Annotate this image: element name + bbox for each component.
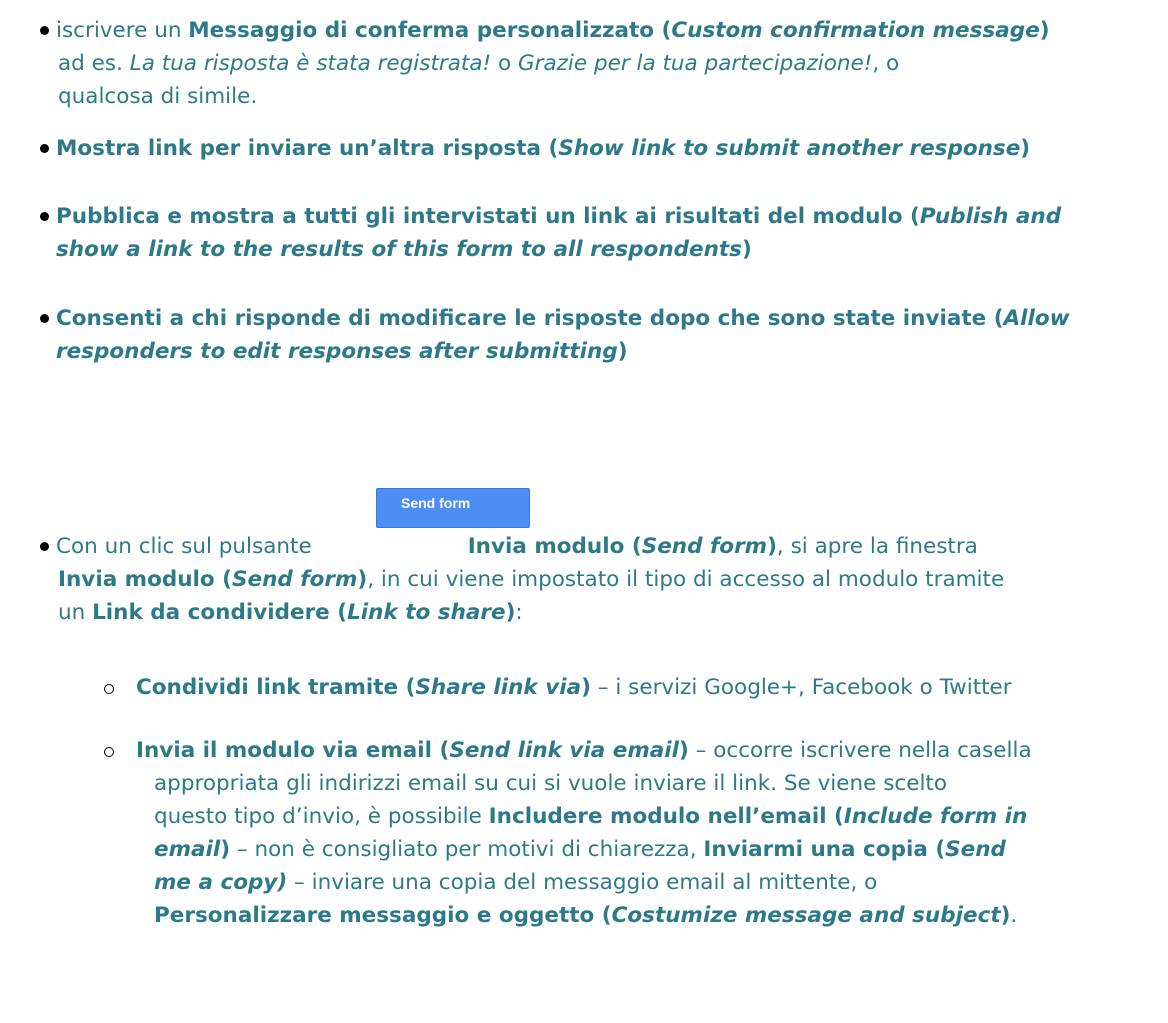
text-line: ad es. La tua risposta è stata registrat… bbox=[56, 47, 1156, 80]
text-line: un Link da condividere (Link to share): bbox=[56, 596, 1156, 629]
text-line: Consenti a chi risponde di modificare le… bbox=[56, 302, 1156, 335]
english-term: show a link to the results of this form … bbox=[56, 237, 742, 262]
bold-term: ) bbox=[1000, 903, 1011, 928]
bold-term: Includere modulo nell’email ( bbox=[488, 804, 844, 829]
english-term: Link to share bbox=[347, 600, 506, 625]
text-line: Invia il modulo via email (Send link via… bbox=[136, 734, 1156, 767]
bold-term: ) bbox=[1039, 18, 1050, 43]
english-term: Include form in bbox=[843, 804, 1028, 829]
text-run: o bbox=[491, 51, 518, 76]
bullet-icon bbox=[40, 212, 49, 221]
bold-term: ) bbox=[220, 837, 231, 862]
text-run: ad es. bbox=[58, 51, 130, 76]
english-term: Send bbox=[945, 837, 1006, 862]
list-item-send-email: Invia il modulo via email (Send link via… bbox=[136, 734, 1156, 932]
bold-term: Mostra link per inviare un’altra rispost… bbox=[56, 136, 559, 161]
text-run: – inviare una copia del messaggio email … bbox=[287, 870, 878, 895]
text-line: qualcosa di simile. bbox=[58, 84, 258, 109]
english-term: Send form bbox=[232, 567, 358, 592]
bullet-icon bbox=[40, 26, 49, 35]
bold-term: ) bbox=[1020, 136, 1031, 161]
english-term: me a copy) bbox=[154, 870, 288, 895]
list-item-show-link: Mostra link per inviare un’altra rispost… bbox=[56, 132, 1156, 165]
text-run: – occorre iscrivere nella casella bbox=[688, 738, 1032, 763]
english-term: Custom confirmation message bbox=[671, 18, 1040, 43]
bold-term: ) bbox=[767, 534, 777, 559]
text-line: questo tipo d’invio, è possibile Include… bbox=[136, 800, 1156, 833]
bold-term: Condividi link tramite ( bbox=[136, 675, 416, 700]
english-term: Publish and bbox=[919, 204, 1062, 229]
text-line: Personalizzare messaggio e oggetto (Cost… bbox=[136, 899, 1156, 932]
text-line: appropriata gli indirizzi email su cui s… bbox=[154, 771, 948, 796]
text-line: show a link to the results of this form … bbox=[56, 233, 1156, 266]
bold-term: Messaggio di conferma personalizzato ( bbox=[188, 18, 672, 43]
text-line: Invia modulo (Send form), in cui viene i… bbox=[56, 563, 1156, 596]
text-line: Pubblica e mostra a tutti gli intervista… bbox=[56, 200, 1156, 233]
list-item-publish-results: Pubblica e mostra a tutti gli intervista… bbox=[56, 200, 1156, 266]
bold-term: Personalizzare messaggio e oggetto ( bbox=[154, 903, 612, 928]
list-item-confirmation-message: iscrivere un Messaggio di conferma perso… bbox=[56, 14, 1156, 113]
bold-term: Invia modulo ( bbox=[58, 567, 233, 592]
text-line: responders to edit responses after submi… bbox=[56, 335, 1156, 368]
text-run: – non è consigliato per motivi di chiare… bbox=[230, 837, 704, 862]
text-run: Con un clic sul pulsante bbox=[56, 534, 312, 559]
bold-term: ) bbox=[505, 600, 516, 625]
english-term: Share link via bbox=[415, 675, 582, 700]
bold-term: Link da condividere ( bbox=[92, 600, 348, 625]
send-form-button[interactable]: Send form bbox=[376, 488, 530, 528]
text-line: me a copy) – inviare una copia del messa… bbox=[136, 866, 1156, 899]
bold-term: Invia modulo ( bbox=[467, 534, 642, 559]
text-line: Condividi link tramite (Share link via) … bbox=[136, 671, 1156, 704]
text-line: email) – non è consigliato per motivi di… bbox=[136, 833, 1156, 866]
text-run: un bbox=[58, 600, 93, 625]
bold-term: ) bbox=[617, 339, 628, 364]
text-run: , in cui viene impostato il tipo di acce… bbox=[367, 567, 1005, 592]
bold-term: Inviarmi una copia ( bbox=[703, 837, 946, 862]
document-page: iscrivere un Messaggio di conferma perso… bbox=[0, 0, 1168, 1023]
text-line: iscrivere un Messaggio di conferma perso… bbox=[56, 14, 1156, 47]
english-term: Costumize message and subject bbox=[611, 903, 1001, 928]
text-run: , o bbox=[872, 51, 900, 76]
bold-term: ) bbox=[581, 675, 591, 700]
english-term: Allow bbox=[1003, 306, 1070, 331]
text-run: iscrivere un bbox=[56, 18, 189, 43]
circle-bullet-icon bbox=[104, 684, 114, 694]
bullet-icon bbox=[40, 314, 49, 323]
text-run: , si apre la finestra bbox=[776, 534, 978, 559]
english-term: Send form bbox=[641, 534, 768, 559]
english-term: Show link to submit another response bbox=[558, 136, 1021, 161]
text-line: Mostra link per inviare un’altra rispost… bbox=[56, 132, 1156, 165]
bold-term: Pubblica e mostra a tutti gli intervista… bbox=[56, 204, 920, 229]
text-run: . bbox=[1010, 903, 1018, 928]
text-line: Con un clic sul pulsante Invia modulo (Se… bbox=[56, 530, 1156, 563]
circle-bullet-icon bbox=[104, 747, 114, 757]
bold-term: Consenti a chi risponde di modificare le… bbox=[56, 306, 1004, 331]
bullet-icon bbox=[40, 144, 49, 153]
text-run: – i servizi Google+, Facebook o Twitter bbox=[590, 675, 1012, 700]
bold-term: ) bbox=[679, 738, 689, 763]
text-run: questo tipo d’invio, è possibile bbox=[154, 804, 489, 829]
text-run: : bbox=[515, 600, 523, 625]
list-item-allow-edit: Consenti a chi risponde di modificare le… bbox=[56, 302, 1156, 368]
english-term: email bbox=[154, 837, 221, 862]
bold-term: Invia il modulo via email ( bbox=[136, 738, 450, 763]
list-item-share-link: Condividi link tramite (Share link via) … bbox=[136, 671, 1156, 704]
list-item-send-form: Con un clic sul pulsante Invia modulo (Se… bbox=[56, 530, 1156, 629]
bold-term: ) bbox=[741, 237, 752, 262]
english-term: responders to edit responses after submi… bbox=[56, 339, 618, 364]
bullet-icon bbox=[40, 542, 49, 551]
bold-term: ) bbox=[357, 567, 368, 592]
example-text: Grazie per la tua partecipazione! bbox=[517, 51, 873, 76]
example-text: La tua risposta è stata registrata! bbox=[129, 51, 492, 76]
english-term: Send link via email bbox=[449, 738, 680, 763]
